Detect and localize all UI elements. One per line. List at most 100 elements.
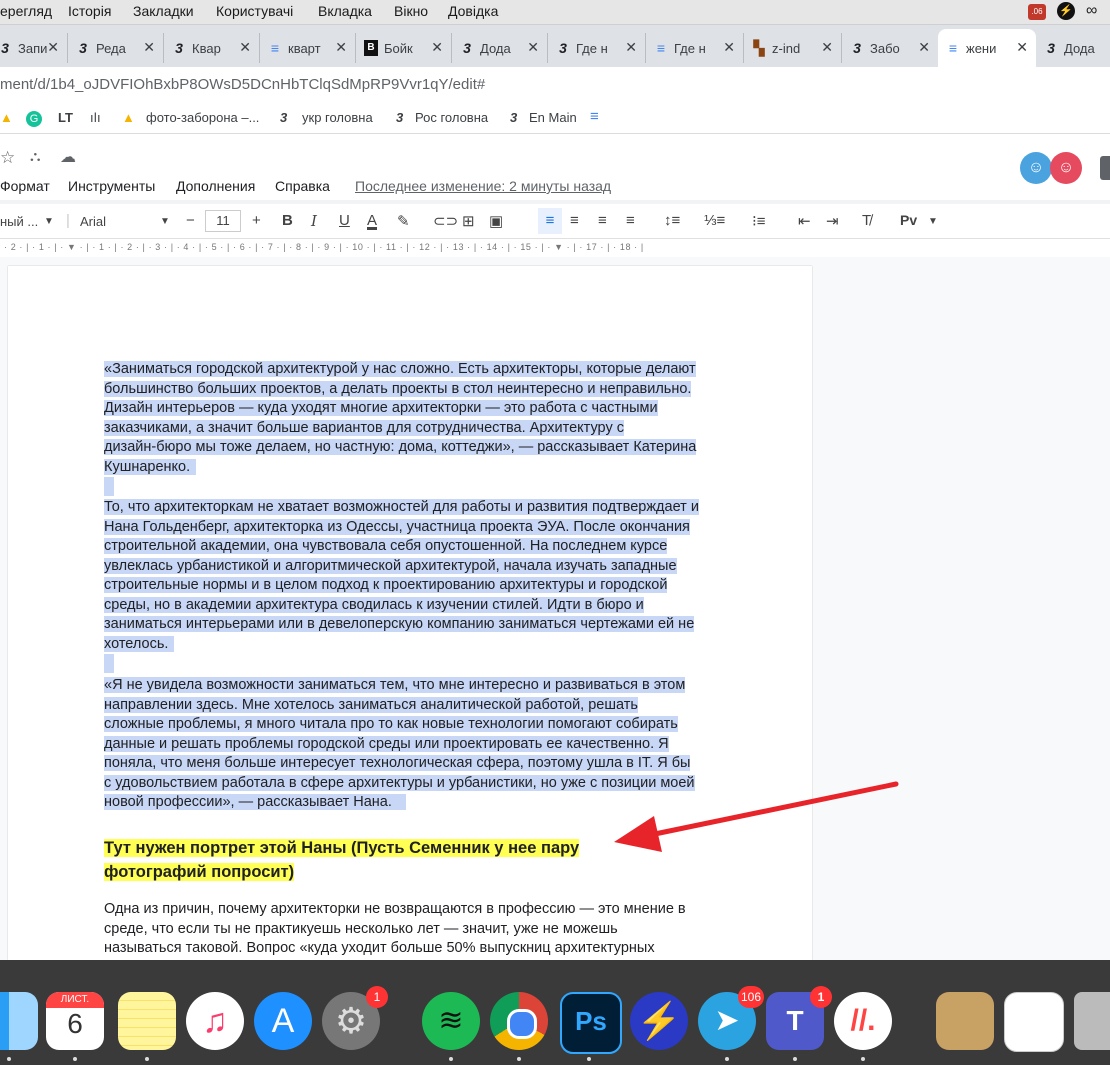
status-app-icon[interactable]: .06 [1028, 4, 1046, 20]
spotify-icon[interactable]: ≋ [422, 992, 480, 1050]
finder-icon[interactable] [0, 992, 38, 1050]
paragraph-4[interactable]: Одна из причин, почему архитекторки не в… [104, 900, 724, 959]
notes-icon[interactable] [118, 992, 176, 1050]
bolt-app-icon[interactable]: ⚡ [630, 992, 688, 1050]
side-panel-button[interactable] [1100, 156, 1110, 180]
menu-tab[interactable]: Вкладка [318, 3, 372, 19]
decrease-indent-icon[interactable]: ⇤ [798, 212, 811, 230]
bolt-status-icon[interactable]: ⚡ [1057, 2, 1075, 20]
close-icon[interactable]: ✕ [625, 39, 637, 56]
close-icon[interactable]: ✕ [723, 39, 735, 56]
close-icon[interactable]: ✕ [47, 39, 59, 56]
menu-help[interactable]: Довідка [448, 3, 498, 19]
docs-menu-tools[interactable]: Инструменты [68, 178, 155, 194]
menu-bookmarks[interactable]: Закладки [133, 3, 194, 19]
menu-view[interactable]: ерегляд [0, 3, 52, 19]
grammarly-icon[interactable]: G [26, 111, 42, 127]
move-to-drive-icon[interactable]: ⛬ [30, 148, 41, 165]
creative-cloud-icon[interactable]: ∞ [1086, 2, 1097, 20]
last-edit-link[interactable]: Последнее изменение: 2 минуты назад [355, 178, 611, 194]
paragraph-1[interactable]: «Заниматься городской архитектурой у нас… [104, 360, 724, 503]
image-icon[interactable]: ▣ [489, 212, 503, 230]
drive-bookmark-icon[interactable]: ▲ [122, 110, 135, 125]
tab[interactable]: 3 Дода ✕ [452, 33, 548, 63]
trash-icon[interactable] [1074, 992, 1110, 1050]
tab[interactable]: 3 Реда ✕ [68, 33, 164, 63]
line-spacing-icon[interactable]: ↕≡ [664, 212, 680, 229]
url-text[interactable]: ment/d/1b4_oJDVFIOhBxbP8OWsD5DCnHbTClqSd… [0, 76, 485, 93]
close-icon[interactable]: ✕ [239, 39, 251, 56]
bookmark-link[interactable]: En Main [529, 110, 577, 125]
align-left-button[interactable]: ≡ [538, 208, 562, 234]
docs-menu-help[interactable]: Справка [275, 178, 330, 194]
star-icon[interactable]: ☆ [0, 148, 15, 168]
align-right-button[interactable]: ≡ [598, 212, 607, 229]
bold-button[interactable]: B [282, 212, 293, 229]
close-icon[interactable]: ✕ [821, 39, 833, 56]
close-icon[interactable]: ✕ [143, 39, 155, 56]
spellcheck-button[interactable]: Рv [900, 212, 917, 228]
close-icon[interactable]: ✕ [431, 39, 443, 56]
languagetool-icon[interactable]: LT [58, 110, 73, 125]
tab[interactable]: ≡ Где н ✕ [646, 33, 744, 63]
docs-bookmark-icon[interactable]: ≡ [590, 108, 599, 125]
collaborator-avatar[interactable]: ☺ [1020, 152, 1052, 184]
menu-users[interactable]: Користувачі [216, 3, 293, 19]
drive-bookmark-icon[interactable]: ▲ [0, 110, 13, 125]
font-size-input[interactable]: 11 [205, 210, 241, 232]
music-icon[interactable]: ♫ [186, 992, 244, 1050]
system-preferences-icon[interactable]: ⚙ 1 [322, 986, 388, 1050]
underline-button[interactable]: U [339, 212, 350, 229]
align-center-button[interactable]: ≡ [570, 212, 579, 229]
bookmark-link[interactable]: фото-заборона –... [146, 110, 259, 125]
italic-button[interactable]: I [311, 212, 317, 230]
audio-wave-icon[interactable]: ıǀı [90, 110, 101, 125]
tab[interactable]: 3 Дода [1036, 33, 1110, 63]
close-icon[interactable]: ✕ [335, 39, 347, 56]
bookmark-link[interactable]: укр головна [302, 110, 373, 125]
font-size-increase-button[interactable]: + [252, 212, 261, 229]
tab[interactable]: B Бойк ✕ [356, 33, 452, 63]
chevron-down-icon[interactable]: ▼ [44, 216, 54, 227]
monday-icon[interactable]: //. [834, 992, 892, 1050]
docs-menu-format[interactable]: Формат [0, 178, 50, 194]
menu-window[interactable]: Вікно [394, 3, 428, 19]
font-size-decrease-button[interactable]: − [186, 212, 195, 229]
numbered-list-icon[interactable]: ⅓≡ [704, 212, 725, 229]
paragraph-style-select[interactable]: ный ... [0, 214, 38, 229]
menu-history[interactable]: Історія [68, 3, 111, 19]
calendar-icon[interactable]: ЛИСТ. 6 [46, 992, 104, 1050]
highlight-pen-icon[interactable]: ✎ [397, 212, 410, 230]
text-color-button[interactable]: A [367, 212, 377, 229]
chrome-icon[interactable] [490, 992, 548, 1050]
tab[interactable]: 3 Забо ✕ [842, 33, 938, 63]
archive-utility-icon[interactable] [936, 992, 994, 1050]
bulleted-list-icon[interactable]: ⁝≡ [752, 212, 766, 230]
highlighted-note-heading[interactable]: Тут нужен портрет этой Наны (Пусть Семен… [104, 836, 664, 884]
paragraph-2[interactable]: То, что архитекторкам не хватает возможн… [104, 498, 724, 680]
font-select[interactable]: Arial [80, 214, 106, 229]
comment-icon[interactable]: ⊞ [462, 212, 475, 230]
screenshot-thumbnail[interactable] [1004, 992, 1064, 1052]
close-icon[interactable]: ✕ [527, 39, 539, 56]
teams-icon[interactable]: T1 [766, 986, 832, 1050]
close-icon[interactable]: ✕ [918, 39, 930, 56]
docs-menu-addons[interactable]: Дополнения [176, 178, 255, 194]
justify-button[interactable]: ≡ [626, 212, 635, 229]
increase-indent-icon[interactable]: ⇥ [826, 212, 839, 230]
clear-formatting-icon[interactable]: T̸ [862, 212, 871, 229]
chevron-down-icon[interactable]: ▼ [160, 216, 170, 227]
link-icon[interactable]: ⊂⊃ [433, 212, 458, 230]
tab[interactable]: 3 Где н ✕ [548, 33, 646, 63]
ruler[interactable]: · 2 · | · 1 · | · ▼ · | · 1 · | · 2 · | … [0, 239, 1110, 258]
bookmark-link[interactable]: Рос головна [415, 110, 488, 125]
tab[interactable]: ≡ кварт ✕ [260, 33, 356, 63]
telegram-icon[interactable]: ➤ 106 [698, 986, 764, 1050]
chevron-down-icon[interactable]: ▼ [928, 216, 938, 227]
address-bar[interactable]: ment/d/1b4_oJDVFIOhBxbP8OWsD5DCnHbTClqSd… [0, 67, 1110, 105]
collaborator-avatar[interactable]: ☺ [1050, 152, 1082, 184]
tab-active[interactable]: ≡ жени ✕ [938, 29, 1036, 67]
photoshop-icon[interactable]: Ps [560, 992, 622, 1054]
app-store-icon[interactable]: A [254, 992, 312, 1050]
tab[interactable]: 3 Запи ✕ [0, 33, 68, 63]
